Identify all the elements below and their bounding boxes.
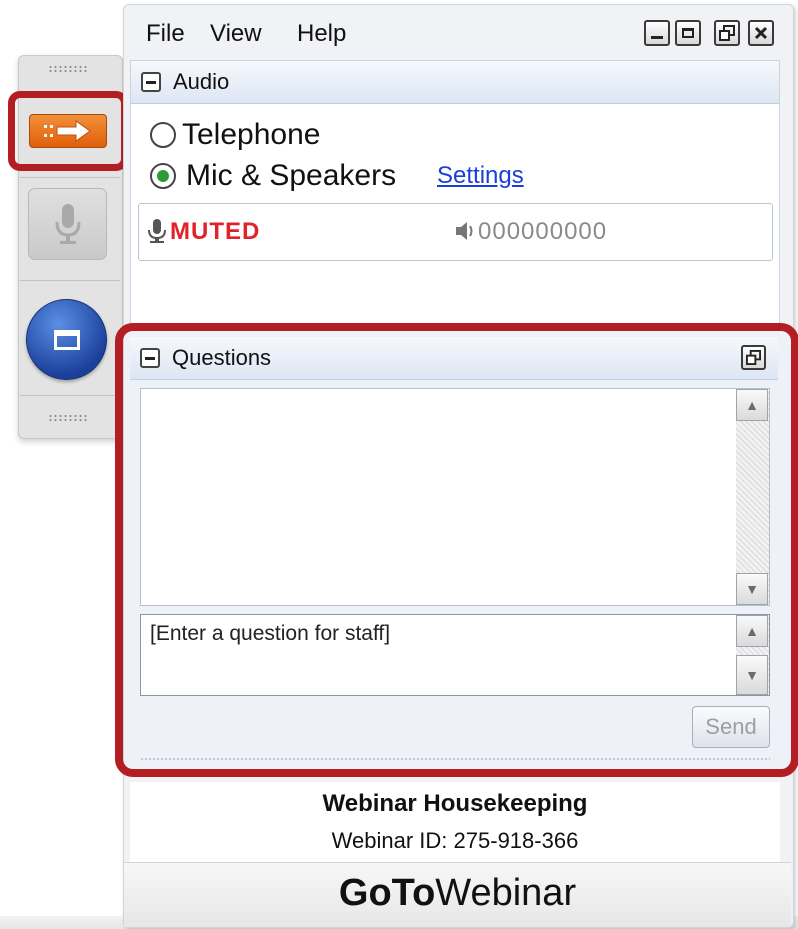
- mic-speakers-label: Mic & Speakers: [186, 159, 397, 192]
- audio-collapse-button[interactable]: [141, 72, 161, 92]
- restore-icon: [719, 25, 735, 41]
- screen-share-button[interactable]: [26, 299, 107, 380]
- dock-separator: [20, 395, 120, 396]
- maximize-button[interactable]: [675, 20, 701, 46]
- dock-separator: [20, 177, 120, 178]
- highlight-questions-panel: [115, 323, 798, 777]
- webinar-id: Webinar ID: 275-918-366: [331, 828, 579, 853]
- microphone-icon: [148, 219, 166, 243]
- dock-grip-top[interactable]: [48, 65, 88, 73]
- menu-view[interactable]: View: [210, 20, 262, 48]
- screen-icon: [53, 329, 80, 350]
- audio-panel-title: Audio: [173, 69, 230, 94]
- gotowebinar-logo: GoToWebinar: [338, 872, 577, 914]
- audio-panel-header: Audio: [131, 61, 779, 104]
- close-icon: [754, 26, 768, 40]
- minimize-button[interactable]: [644, 20, 670, 46]
- telephone-radio[interactable]: [150, 122, 176, 148]
- telephone-label: Telephone: [182, 118, 321, 151]
- highlight-show-button: [8, 91, 128, 171]
- mic-speakers-option[interactable]: Mic & Speakers: [150, 159, 396, 193]
- restore-button[interactable]: [714, 20, 740, 46]
- volume-meter: 000000000: [478, 218, 608, 245]
- menu-help[interactable]: Help: [297, 20, 346, 48]
- close-button[interactable]: [748, 20, 774, 46]
- telephone-option[interactable]: Telephone: [150, 118, 320, 152]
- audio-panel: Audio: [130, 60, 780, 330]
- dock-separator: [20, 280, 120, 281]
- microphone-icon: [55, 204, 80, 244]
- mic-speakers-radio[interactable]: [150, 163, 176, 189]
- menu-file[interactable]: File: [146, 20, 185, 48]
- minimize-icon: [651, 36, 663, 39]
- maximize-icon: [682, 28, 694, 38]
- speaker-icon: [456, 222, 473, 240]
- mute-toggle-button[interactable]: [28, 188, 107, 260]
- muted-status: MUTED: [170, 218, 261, 245]
- webinar-title: Webinar Housekeeping: [322, 790, 588, 817]
- dock-grip-bottom[interactable]: [48, 414, 88, 422]
- settings-link[interactable]: Settings: [437, 162, 524, 190]
